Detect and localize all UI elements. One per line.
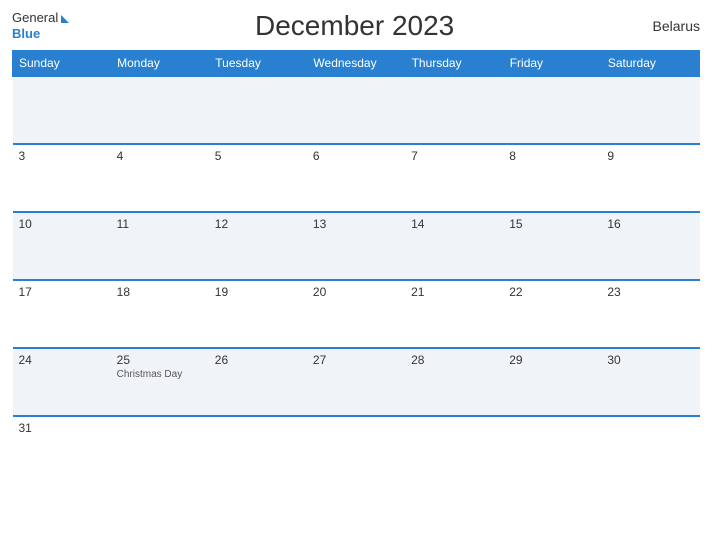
cell-w0-d5 bbox=[503, 76, 601, 144]
cell-w5-d4 bbox=[405, 416, 503, 484]
cell-w1-d2: 5 bbox=[209, 144, 307, 212]
cell-w1-d4: 7 bbox=[405, 144, 503, 212]
cell-w1-d6: 9 bbox=[601, 144, 699, 212]
week-row-3: 17181920212223 bbox=[13, 280, 700, 348]
cell-w3-d5: 22 bbox=[503, 280, 601, 348]
cell-w4-d0: 24 bbox=[13, 348, 111, 416]
cell-w4-d5: 29 bbox=[503, 348, 601, 416]
cell-w5-d3 bbox=[307, 416, 405, 484]
cell-w4-d3: 27 bbox=[307, 348, 405, 416]
cell-w4-d4: 28 bbox=[405, 348, 503, 416]
cell-w0-d6 bbox=[601, 76, 699, 144]
cell-w0-d1 bbox=[111, 76, 209, 144]
cell-w4-d1: 25Christmas Day bbox=[111, 348, 209, 416]
logo-blue: Blue bbox=[12, 26, 40, 42]
cell-w2-d3: 13 bbox=[307, 212, 405, 280]
weekday-header-row: Sunday Monday Tuesday Wednesday Thursday… bbox=[13, 51, 700, 77]
header-thursday: Thursday bbox=[405, 51, 503, 77]
header-wednesday: Wednesday bbox=[307, 51, 405, 77]
cell-w4-d2: 26 bbox=[209, 348, 307, 416]
week-row-5: 31 bbox=[13, 416, 700, 484]
header-tuesday: Tuesday bbox=[209, 51, 307, 77]
cell-w0-d4 bbox=[405, 76, 503, 144]
cell-w2-d2: 12 bbox=[209, 212, 307, 280]
calendar-container: General Blue December 2023 Belarus Sunda… bbox=[0, 0, 712, 550]
month-title: December 2023 bbox=[69, 10, 640, 42]
cell-w3-d2: 19 bbox=[209, 280, 307, 348]
header-saturday: Saturday bbox=[601, 51, 699, 77]
cell-w3-d6: 23 bbox=[601, 280, 699, 348]
cell-w0-d2 bbox=[209, 76, 307, 144]
week-row-2: 10111213141516 bbox=[13, 212, 700, 280]
cell-w5-d1 bbox=[111, 416, 209, 484]
calendar-grid: Sunday Monday Tuesday Wednesday Thursday… bbox=[12, 50, 700, 484]
cell-w2-d1: 11 bbox=[111, 212, 209, 280]
cell-w3-d3: 20 bbox=[307, 280, 405, 348]
cell-w5-d0: 31 bbox=[13, 416, 111, 484]
cell-w0-d3 bbox=[307, 76, 405, 144]
cell-w3-d4: 21 bbox=[405, 280, 503, 348]
cell-w2-d4: 14 bbox=[405, 212, 503, 280]
cell-w1-d3: 6 bbox=[307, 144, 405, 212]
header-monday: Monday bbox=[111, 51, 209, 77]
cell-w1-d5: 8 bbox=[503, 144, 601, 212]
cell-w3-d0: 17 bbox=[13, 280, 111, 348]
cell-w5-d2 bbox=[209, 416, 307, 484]
week-row-1: 3456789 bbox=[13, 144, 700, 212]
logo: General Blue bbox=[12, 10, 69, 41]
calendar-header: General Blue December 2023 Belarus bbox=[12, 10, 700, 42]
cell-w5-d5 bbox=[503, 416, 601, 484]
cell-w2-d6: 16 bbox=[601, 212, 699, 280]
cell-w0-d0 bbox=[13, 76, 111, 144]
week-row-4: 2425Christmas Day2627282930 bbox=[13, 348, 700, 416]
cell-w3-d1: 18 bbox=[111, 280, 209, 348]
cell-w5-d6 bbox=[601, 416, 699, 484]
week-row-0 bbox=[13, 76, 700, 144]
cell-w1-d1: 4 bbox=[111, 144, 209, 212]
header-sunday: Sunday bbox=[13, 51, 111, 77]
header-friday: Friday bbox=[503, 51, 601, 77]
cell-w1-d0: 3 bbox=[13, 144, 111, 212]
country-label: Belarus bbox=[640, 18, 700, 34]
cell-w4-d6: 30 bbox=[601, 348, 699, 416]
logo-general: General bbox=[12, 10, 69, 26]
cell-w2-d5: 15 bbox=[503, 212, 601, 280]
cell-w2-d0: 10 bbox=[13, 212, 111, 280]
